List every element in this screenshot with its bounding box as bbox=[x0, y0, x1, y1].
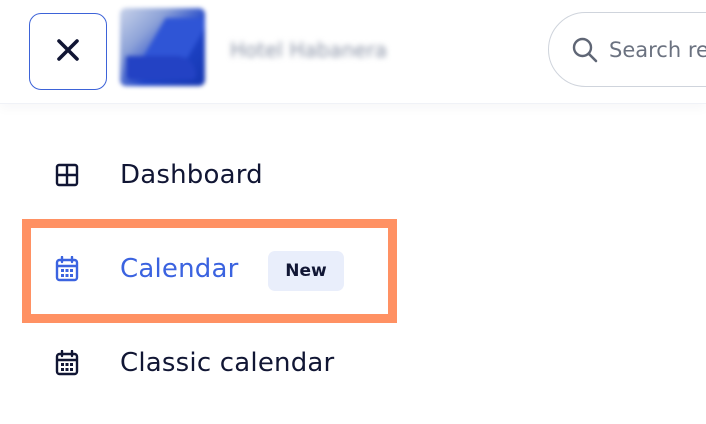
nav-item-dashboard[interactable]: Dashboard bbox=[0, 140, 706, 210]
top-header: Hotel Habanera bbox=[0, 0, 706, 103]
nav-item-classic-calendar[interactable]: Classic calendar bbox=[0, 328, 706, 398]
search-input[interactable] bbox=[609, 37, 706, 62]
calendar-icon bbox=[53, 255, 81, 283]
calendar-icon bbox=[53, 349, 81, 377]
new-badge: New bbox=[268, 251, 344, 291]
app-page: Hotel Habanera Dashboard bbox=[0, 0, 706, 424]
search-icon bbox=[571, 35, 599, 65]
hotel-logo bbox=[120, 8, 205, 86]
search-box[interactable] bbox=[548, 12, 706, 87]
nav-item-calendar[interactable]: Calendar bbox=[0, 234, 706, 304]
nav-label-classic-calendar: Classic calendar bbox=[120, 348, 335, 378]
close-icon bbox=[55, 37, 81, 67]
grid-icon bbox=[53, 161, 81, 189]
hotel-name: Hotel Habanera bbox=[230, 38, 388, 62]
nav-label-dashboard: Dashboard bbox=[120, 160, 263, 190]
close-menu-button[interactable] bbox=[29, 13, 107, 90]
nav-label-calendar: Calendar bbox=[120, 254, 239, 284]
